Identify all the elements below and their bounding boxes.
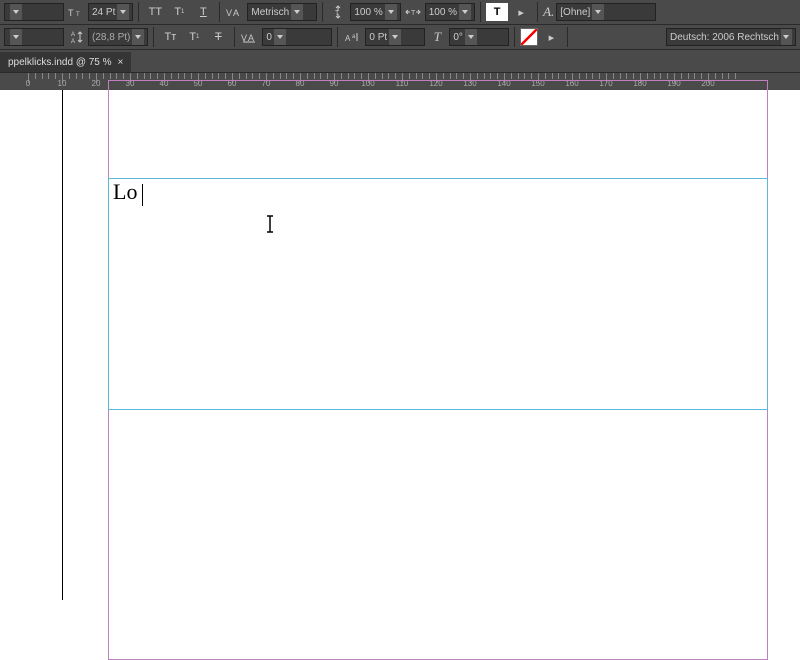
small-caps-icon[interactable]: Tᴛ [159,28,181,46]
skew-value: 0° [453,32,463,43]
font-size-field[interactable]: 24 Pt [88,3,133,21]
skew-icon: T [427,28,447,46]
document-tab-bar: ppelklicks.indd @ 75 % × [0,50,800,72]
baseline-value: 0 Pt [369,32,387,43]
char-style-value: [Ohne] [560,7,590,18]
svg-text:A: A [345,34,351,43]
kerning-field[interactable]: Metrisch [247,3,317,21]
subscript-icon[interactable]: T1 [183,28,205,46]
tab-title: ppelklicks.indd @ 75 % [8,57,112,68]
svg-text:V: V [226,8,232,18]
all-caps-icon[interactable]: TT [144,3,166,21]
ruler-mark: 0 [26,79,30,88]
tracking-icon: VA [240,28,260,46]
leading-value: (28,8 Pt) [92,32,130,43]
ruler-mark: 20 [92,79,101,88]
underline-icon[interactable]: T [192,3,214,21]
fill-text-icon[interactable]: T [486,3,508,21]
hscale-field[interactable]: 100 % [425,3,475,21]
document-text[interactable]: Lo [109,177,141,206]
font-size-value: 24 Pt [92,7,115,18]
text-frame[interactable]: Lo [108,178,768,410]
tracking-value: 0 [266,32,272,43]
svg-text:A: A [71,39,75,44]
close-tab-icon[interactable]: × [118,57,124,68]
leading-field[interactable]: (28,8 Pt) [88,28,148,46]
baseline-icon: Aa [343,28,363,46]
hscale-value: 100 % [429,7,457,18]
char-style-label: A. [543,4,554,20]
hscale-icon: T [403,3,423,21]
svg-text:A: A [233,8,239,18]
document-canvas[interactable]: Lo [0,90,800,600]
svg-text:T: T [335,10,340,17]
fill-arrow-icon[interactable]: ▸ [510,3,532,21]
ruler-mark: 10 [58,79,67,88]
vscale-field[interactable]: 100 % [350,3,400,21]
leading-icon: AA [66,28,86,46]
toolbar-row-1: TT 24 Pt TT T1 T VA Metrisch T 100 % T 1… [0,0,800,25]
text-caret [142,184,143,206]
language-dropdown[interactable]: Deutsch: 2006 Rechtsch... [666,28,796,46]
vscale-value: 100 % [354,7,382,18]
svg-text:A: A [71,32,75,38]
svg-text:a: a [352,34,356,40]
vscale-icon: T [328,3,348,21]
skew-field[interactable]: 0° [449,28,509,46]
page-spine [62,90,63,600]
stroke-arrow-icon[interactable]: ▸ [540,28,562,46]
strikethrough-icon[interactable]: T [207,28,229,46]
kerning-value: Metrisch [251,7,289,18]
font-family-dropdown[interactable] [4,3,64,21]
document-tab[interactable]: ppelklicks.indd @ 75 % × [0,52,131,72]
kerning-icon: VA [225,3,245,21]
font-size-icon: TT [66,3,86,21]
tracking-field[interactable]: 0 [262,28,332,46]
superscript-icon[interactable]: T1 [168,3,190,21]
svg-text:T: T [411,10,416,17]
toolbar-row-2: AA (28,8 Pt) Tᴛ T1 T VA 0 Aa 0 Pt T 0° ▸… [0,25,800,50]
language-value: Deutsch: 2006 Rechtsch... [670,32,779,43]
char-style-dropdown[interactable]: [Ohne] [556,3,656,21]
svg-text:T: T [68,8,74,18]
baseline-field[interactable]: 0 Pt [365,28,425,46]
svg-text:T: T [76,12,80,18]
stroke-swatch[interactable] [520,28,538,46]
font-style-dropdown[interactable] [4,28,64,46]
text-frame-2[interactable] [108,410,768,650]
control-panel: TT 24 Pt TT T1 T VA Metrisch T 100 % T 1… [0,0,800,50]
